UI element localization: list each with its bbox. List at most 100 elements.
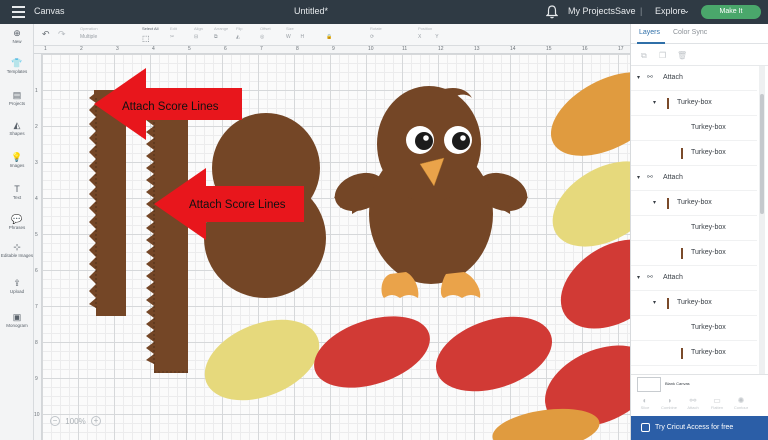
combine-button[interactable]: ◑ Combine [659,396,679,410]
select-all-button[interactable]: Select All ⬚ [142,26,158,43]
feather-oval-yellow[interactable] [193,304,331,416]
top-bar: Canvas Untitled* My Projects Save | Expl… [0,0,768,24]
feather-oval-red[interactable] [305,303,439,401]
document-title[interactable]: Untitled* [294,6,328,16]
layer-label: Turkey-box [691,324,726,331]
sidebar-item-upload[interactable]: ⇪ Upload [0,278,34,294]
ruler-number: 2 [80,46,83,52]
explore-menu[interactable]: Explore [655,6,686,16]
save-button[interactable]: Save [615,6,636,16]
sidebar-item-phrases[interactable]: 💬 Phrases [0,214,34,230]
ruler-number: 13 [474,46,480,52]
tab-color-sync[interactable]: Color Sync [673,29,707,36]
turkey-box-strip-left[interactable] [89,90,126,316]
make-it-button[interactable]: Make It [701,5,761,19]
edit-button[interactable]: Edit ✂ [170,26,177,40]
panel-tabs: Layers Color Sync [631,24,768,44]
position-field[interactable]: Position X Y [418,26,439,40]
layer-label: Turkey-box [691,249,726,256]
zoom-out-button[interactable]: − [50,416,60,426]
scrollbar-thumb[interactable] [760,94,764,214]
cricut-access-banner[interactable]: Try Cricut Access for free [631,416,768,440]
layer-row-attach[interactable]: ▾ ⚯ Attach [631,266,757,291]
redo-icon[interactable]: ↷ [58,29,66,40]
blank-canvas-row[interactable]: Blank Canvas [631,374,768,394]
layer-row-turkey-box[interactable]: ▾ Turkey-box [631,91,757,116]
lightbulb-icon: 💡 [11,152,23,162]
sidebar-item-label: Monogram [6,323,28,328]
sidebar-item-monogram[interactable]: ▣ Monogram [0,312,34,328]
canvas-title: Canvas [34,6,65,16]
design-canvas[interactable]: Attach Score Lines Attach Score Lines [34,46,630,440]
undo-icon[interactable]: ↶ [42,29,50,40]
zoom-in-button[interactable]: + [90,416,101,426]
select-all-label: Select All [142,26,159,31]
my-projects-link[interactable]: My Projects [568,6,615,16]
sidebar-item-projects[interactable]: ▤ Projects [0,90,34,106]
size-field[interactable]: Size W H 🔒 [286,26,333,40]
layer-row-turkey-box[interactable]: ▾ Turkey-box [631,291,757,316]
arrange-button[interactable]: Arrange ⧉ [214,26,228,40]
attach-button[interactable]: ⚯ Attach [683,396,703,410]
ruler-number: 9 [35,376,38,382]
layer-row-turkey-box[interactable]: ▾ Turkey-box [631,191,757,216]
annotation-label: Attach Score Lines [122,101,219,113]
layer-label: Attach [663,274,683,281]
menu-icon[interactable] [12,6,25,18]
offset-label: Offset [260,26,271,31]
sidebar-item-text[interactable]: T Text [0,184,34,200]
rotate-icon: ⟳ [370,34,375,40]
ruler-number: 3 [35,160,38,166]
sidebar-item-shapes[interactable]: ◭ Shapes [0,120,34,136]
chevron-down-icon[interactable]: ▾ [653,199,656,206]
chevron-down-icon[interactable]: ▾ [653,99,656,106]
operation-dropdown[interactable]: Operation Multiple [80,26,98,40]
layer-label: Turkey-box [677,199,712,206]
sidebar-item-templates[interactable]: 👕 Templates [0,58,34,74]
layer-row-turkey-box[interactable]: Turkey-box [631,241,757,266]
feather-oval-red[interactable] [426,303,561,405]
chevron-down-icon[interactable]: ▾ [637,174,640,181]
sidebar-item-new[interactable]: ⊕ New [0,28,34,44]
feather-oval-orange[interactable] [537,55,630,173]
layer-row-turkey-box[interactable]: Turkey-box [631,216,757,241]
edit-label: Edit [170,26,177,31]
attach-icon: ⚯ [689,396,697,405]
layer-row-attach[interactable]: ▾ ⚯ Attach [631,66,757,91]
sidebar-item-images[interactable]: 💡 Images [0,152,34,168]
group-icon[interactable]: ⧉ [641,51,647,61]
layers-scrollbar[interactable] [759,66,765,374]
flatten-label: Flatten [710,405,724,410]
slice-button[interactable]: ◐ Slice [635,396,655,410]
layer-label: Turkey-box [691,124,726,131]
chevron-down-icon[interactable]: ▾ [653,299,656,306]
blank-canvas-swatch[interactable] [637,377,661,392]
layer-color-swatch [667,98,669,109]
trash-icon[interactable]: 🗑 [677,51,687,60]
contour-button[interactable]: ✺ Contour [731,396,751,410]
layer-row-turkey-box[interactable]: Turkey-box [631,316,757,341]
layer-row-turkey-box[interactable]: Turkey-box [631,116,757,141]
flip-button[interactable]: Flip ◭ [236,26,242,40]
align-button[interactable]: Align ⊟ [194,26,203,40]
chevron-down-icon[interactable]: ⌄ [683,6,690,15]
rotate-field[interactable]: Rotate ⟳ [370,26,382,40]
turkey-box-strip-right[interactable] [146,88,188,373]
bell-icon[interactable] [546,5,558,19]
duplicate-icon[interactable]: ❐ [659,51,666,60]
flatten-button[interactable]: ▭ Flatten [707,396,727,410]
chevron-down-icon[interactable]: ▾ [637,274,640,281]
layer-row-turkey-box[interactable]: Turkey-box [631,141,757,166]
zoom-control: − 100% + [50,416,101,426]
turkey-character[interactable] [329,86,532,298]
sidebar-item-label: Text [12,195,22,200]
tab-layers[interactable]: Layers [639,29,660,36]
layer-row-attach[interactable]: ▾ ⚯ Attach [631,166,757,191]
layer-color-swatch [667,198,669,209]
offset-button[interactable]: Offset ◎ [260,26,271,40]
ruler-left: 1 2 3 4 5 6 7 8 9 10 [34,54,42,440]
layer-row-turkey-box[interactable]: Turkey-box [631,341,757,366]
sidebar-item-editable-images[interactable]: ⊹ Editable Images [0,242,34,258]
chevron-down-icon[interactable]: ▾ [637,74,640,81]
contour-icon: ✺ [737,396,745,405]
